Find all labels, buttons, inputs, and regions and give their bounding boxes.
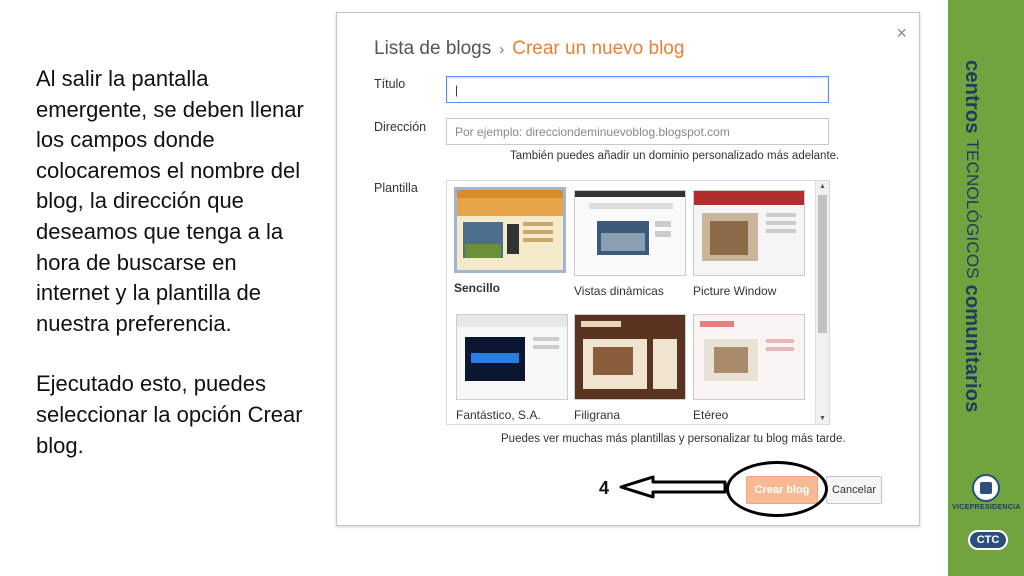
template-picture-window[interactable]: Picture Window xyxy=(693,190,805,298)
highlight-circle xyxy=(726,461,828,517)
template-thumbnail xyxy=(574,314,686,400)
template-vistas-dinamicas[interactable]: Vistas dinámicas xyxy=(574,190,686,298)
template-thumbnail xyxy=(454,187,566,273)
scroll-up-icon[interactable]: ▲ xyxy=(819,183,826,190)
brand-word-centros: centros xyxy=(961,60,983,134)
template-thumbnail xyxy=(693,190,805,276)
template-gallery: Sencillo Vistas dinámicas Picture Window… xyxy=(446,180,830,425)
close-icon[interactable]: × xyxy=(896,23,907,44)
template-name: Etéreo xyxy=(693,408,729,422)
instruction-text: Al salir la pantalla emergente, se deben… xyxy=(36,64,316,461)
create-blog-dialog: × Lista de blogs › Crear un nuevo blog Tít… xyxy=(336,12,920,526)
title-label: Título xyxy=(374,77,406,91)
cancel-button[interactable]: Cancelar xyxy=(826,476,882,504)
step-number: 4 xyxy=(599,478,610,498)
vicepresidencia-label: VICEPRESIDENCIA xyxy=(952,504,1021,511)
template-thumbnail xyxy=(456,314,568,400)
ctc-logo: CTC xyxy=(968,530,1008,550)
template-name: Fantástico, S.A. xyxy=(456,408,541,422)
scroll-down-icon[interactable]: ▼ xyxy=(819,415,826,422)
brand-word-tecnologicos: TECNOLÓGICOS xyxy=(963,139,982,279)
breadcrumb: Lista de blogs › Crear un nuevo blog xyxy=(374,38,684,60)
instruction-paragraph-1: Al salir la pantalla emergente, se deben… xyxy=(36,66,304,336)
template-label: Plantilla xyxy=(374,181,418,195)
brand-logo-text: centros TECNOLÓGICOS comunitarios xyxy=(960,60,983,413)
template-thumbnail xyxy=(574,190,686,276)
template-name: Sencillo xyxy=(454,281,501,295)
instruction-paragraph-2: Ejecutado esto, puedes seleccionar la op… xyxy=(36,371,303,458)
brand-word-comunitarios: comunitarios xyxy=(961,284,983,413)
template-fantastico[interactable]: Fantástico, S.A. xyxy=(456,314,568,422)
government-seal-icon xyxy=(972,474,1000,502)
scrollbar-thumb[interactable] xyxy=(818,195,827,333)
template-name: Filigrana xyxy=(574,408,621,422)
address-label: Dirección xyxy=(374,120,427,134)
brand-panel: centros TECNOLÓGICOS comunitarios VICEPR… xyxy=(948,0,1024,576)
template-name: Picture Window xyxy=(693,284,777,298)
template-etereo[interactable]: Etéreo xyxy=(693,314,805,422)
template-thumbnail xyxy=(693,314,805,400)
template-sencillo[interactable]: Sencillo xyxy=(454,187,566,295)
more-templates-hint: Puedes ver muchas más plantillas y perso… xyxy=(501,433,846,445)
template-name: Vistas dinámicas xyxy=(574,284,664,298)
template-scrollbar[interactable]: ▲ ▼ xyxy=(815,181,829,424)
breadcrumb-current: Crear un nuevo blog xyxy=(512,38,685,59)
address-hint: También puedes añadir un dominio persona… xyxy=(510,150,840,162)
address-input[interactable] xyxy=(446,118,829,145)
title-input[interactable] xyxy=(446,76,829,103)
breadcrumb-blog-list[interactable]: Lista de blogs xyxy=(374,38,491,59)
arrow-left-icon xyxy=(619,475,727,499)
template-filigrana[interactable]: Filigrana xyxy=(574,314,686,422)
chevron-right-icon: › xyxy=(499,41,505,58)
